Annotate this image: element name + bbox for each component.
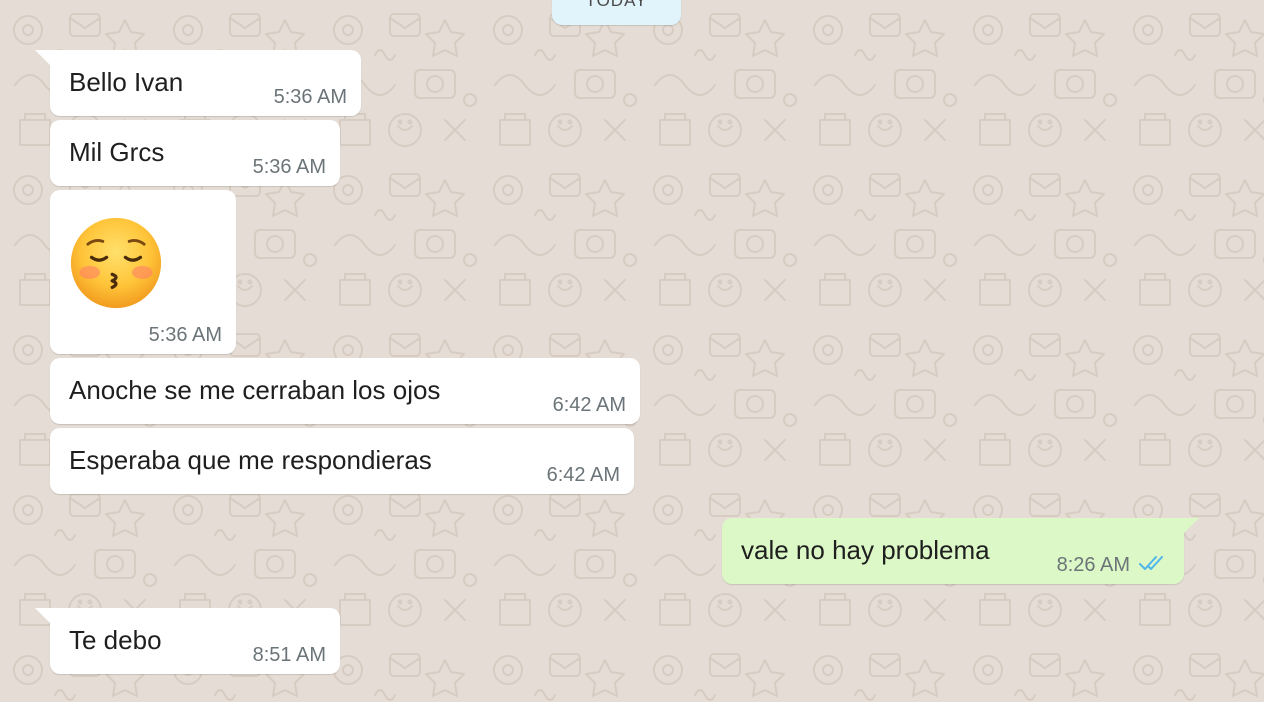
bubble-tail (35, 608, 51, 624)
double-check-read-icon (1139, 556, 1163, 570)
message-time: 6:42 AM (546, 464, 620, 486)
kissing-face-closed-eyes-icon (70, 217, 162, 309)
incoming-message[interactable]: Esperaba que me respondieras 6:42 AM (50, 428, 634, 494)
bubble-tail (1183, 518, 1199, 534)
message-text: Te debo (69, 625, 162, 655)
incoming-message[interactable]: Mil Grcs 5:36 AM (50, 120, 340, 186)
message-text: Bello Ivan (69, 67, 184, 97)
message-time: 5:36 AM (273, 86, 347, 108)
message-time: 5:36 AM (252, 156, 326, 178)
incoming-message[interactable]: Anoche se me cerraban los ojos 6:42 AM (50, 358, 640, 424)
incoming-message[interactable]: Te debo 8:51 AM (35, 608, 340, 674)
message-text: Esperaba que me respondieras (69, 445, 432, 475)
incoming-message[interactable]: Bello Ivan 5:36 AM (35, 50, 361, 116)
date-separator-label: TODAY (585, 0, 648, 10)
outgoing-message[interactable]: vale no hay problema 8:26 AM (722, 518, 1199, 584)
message-time: 8:51 AM (252, 644, 326, 666)
message-text: Anoche se me cerraban los ojos (69, 375, 441, 405)
message-time: 5:36 AM (148, 324, 222, 346)
message-text: Mil Grcs (69, 137, 165, 167)
message-time: 6:42 AM (552, 394, 626, 416)
message-text: vale no hay problema (741, 535, 990, 565)
bubble-tail (35, 50, 51, 66)
date-separator: TODAY (552, 0, 681, 25)
message-time: 8:26 AM (1056, 554, 1130, 576)
incoming-emoji-message[interactable]: 5:36 AM (50, 190, 236, 354)
